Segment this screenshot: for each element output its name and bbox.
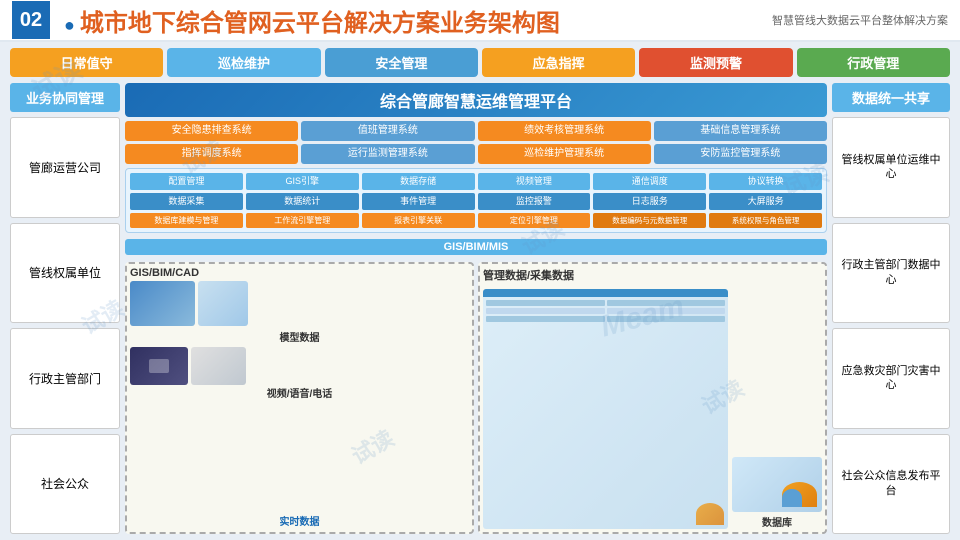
ibox-3: 视频管理 [478,173,591,190]
platform-box-02: 绩效考核管理系统 [478,121,651,141]
platform-box-11: 运行监测管理系统 [301,144,474,164]
page-title: 城市地下综合管网云平台解决方案业务架构图 [64,3,772,38]
ibox-0: 配置管理 [130,173,243,190]
slide-number: 02 [12,1,50,39]
bottom-left-panel: GIS/BIM/CAD 模型数据 [125,262,474,534]
top-right-label: 智慧管线大数据云平台整体解决方案 [772,12,948,28]
content-area: 日常值守 巡检维护 安全管理 应急指挥 监测预警 行政管理 业务协同管理 管廊运… [0,42,960,540]
bottom-right-panel: 管理数据/采集数据 [478,262,827,534]
realtime-label: 实时数据 [127,513,472,528]
nav-item-5[interactable]: 行政管理 [797,48,950,77]
top-bar: 02 城市地下综合管网云平台解决方案业务架构图 智慧管线大数据云平台整体解决方案 [0,0,960,42]
right-item-0: 管线权属单位运维中心 [832,117,950,218]
ibox-17: 系统权限与角色管理 [709,213,822,229]
platform-col-1: 值班管理系统 运行监测管理系统 [301,121,474,164]
left-header: 业务协同管理 [10,83,120,112]
platform-box-12: 巡检维护管理系统 [478,144,651,164]
ibox-12: 数据库建模与管理 [130,213,243,229]
right-item-3: 社会公众信息发布平台 [832,434,950,535]
nav-item-0[interactable]: 日常值守 [10,48,163,77]
platform-col-0: 安全隐患排查系统 指挥调度系统 [125,121,298,164]
ibox-14: 报表引擎关联 [362,213,475,229]
left-item-3: 社会公众 [10,434,120,535]
ibox-10: 日志服务 [593,193,706,210]
left-column: 业务协同管理 管廊运营公司 管线权属单位 行政主管部门 社会公众 [10,83,120,534]
center-column: 综合管廊智慧运维管理平台 安全隐患排查系统 指挥调度系统 值班管理系统 运行监测… [125,83,827,534]
mgmt-screenshot [483,289,728,529]
model-data-label: 模型数据 [130,329,469,344]
db-image [732,457,822,512]
right-column: 数据统一共享 管线权属单位运维中心 行政主管部门数据中心 应急救灾部门灾害中心 … [832,83,950,534]
ibox-6: 数据采集 [130,193,243,210]
center-title: 综合管廊智慧运维管理平台 [125,83,827,117]
left-item-0: 管廊运营公司 [10,117,120,218]
gis-bim-cad-label: GIS/BIM/CAD [130,267,469,279]
video-label: 视频/语音/电话 [130,385,469,400]
ibox-9: 监控报警 [478,193,591,210]
platform-box-01: 值班管理系统 [301,121,474,141]
left-item-1: 管线权属单位 [10,223,120,324]
platform-box-03: 基础信息管理系统 [654,121,827,141]
infra-grid: 配置管理 GIS引擎 数据存储 视频管理 通信调度 协议转换 数据采集 数据统计… [130,173,822,228]
bim-image [198,281,248,326]
gis-image [130,281,195,326]
platform-box-00: 安全隐患排查系统 [125,121,298,141]
platform-box-10: 指挥调度系统 [125,144,298,164]
phone-image [191,347,246,385]
platform-col-3: 基础信息管理系统 安防监控管理系统 [654,121,827,164]
ibox-1: GIS引擎 [246,173,359,190]
platform-col-2: 绩效考核管理系统 巡检维护管理系统 [478,121,651,164]
nav-bar: 日常值守 巡检维护 安全管理 应急指挥 监测预警 行政管理 [10,48,950,77]
ibox-13: 工作流引擎管理 [246,213,359,229]
ibox-7: 数据统计 [246,193,359,210]
right-item-1: 行政主管部门数据中心 [832,223,950,324]
platform-grid: 安全隐患排查系统 指挥调度系统 值班管理系统 运行监测管理系统 绩效考核管理系统… [125,121,827,164]
right-header: 数据统一共享 [832,83,950,112]
ibox-5: 协议转换 [709,173,822,190]
nav-item-2[interactable]: 安全管理 [325,48,478,77]
nav-item-1[interactable]: 巡检维护 [167,48,320,77]
platform-box-13: 安防监控管理系统 [654,144,827,164]
nav-item-4[interactable]: 监测预警 [639,48,792,77]
db-label: 数据库 [762,514,792,529]
ibox-4: 通信调度 [593,173,706,190]
video-image [130,347,188,385]
database-area: 数据库 [732,289,822,529]
main-layout: 业务协同管理 管廊运营公司 管线权属单位 行政主管部门 社会公众 综合管廊智慧运… [10,83,950,534]
gis-label: GIS/BIM/MIS [125,239,827,255]
ibox-15: 定位引擎管理 [478,213,591,229]
ibox-8: 事件管理 [362,193,475,210]
ibox-11: 大屏服务 [709,193,822,210]
infra-section: 配置管理 GIS引擎 数据存储 视频管理 通信调度 协议转换 数据采集 数据统计… [125,168,827,233]
ibox-16: 数据编码与元数据管理 [593,213,706,229]
mgmt-data-label: 管理数据/采集数据 [483,267,822,283]
nav-item-3[interactable]: 应急指挥 [482,48,635,77]
left-item-2: 行政主管部门 [10,328,120,429]
right-item-2: 应急救灾部门灾害中心 [832,328,950,429]
bottom-section: GIS/BIM/CAD 模型数据 [125,262,827,534]
ibox-2: 数据存储 [362,173,475,190]
